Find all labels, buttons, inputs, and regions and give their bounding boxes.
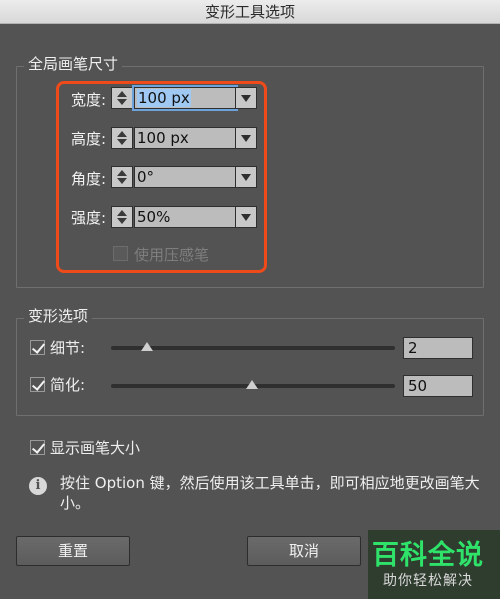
- simplify-label: 简化:: [50, 376, 86, 394]
- info-text: 按住 Option 键，然后使用该工具单击，即可相应地更改画笔大小。: [60, 474, 480, 512]
- show-brush-size-checkbox[interactable]: [30, 440, 45, 455]
- detail-label: 细节:: [50, 339, 86, 357]
- cancel-button[interactable]: 取消: [247, 536, 361, 566]
- simplify-checkbox[interactable]: [30, 377, 45, 392]
- show-brush-size-label: 显示画笔大小: [50, 439, 141, 457]
- simplify-value-input[interactable]: 50: [403, 375, 473, 397]
- warp-options-group: [16, 318, 484, 416]
- detail-slider-track[interactable]: [111, 346, 395, 350]
- detail-value-input[interactable]: 2: [403, 337, 473, 359]
- brush-size-title: 全局画笔尺寸: [24, 53, 123, 74]
- reset-button[interactable]: 重置: [16, 536, 130, 566]
- simplify-slider-thumb[interactable]: [246, 380, 258, 389]
- detail-slider-thumb[interactable]: [141, 342, 153, 351]
- info-icon: i: [29, 477, 47, 495]
- window-title: 变形工具选项: [0, 0, 500, 24]
- watermark-title: 百科全说: [372, 540, 484, 571]
- detail-checkbox[interactable]: [30, 340, 45, 355]
- annotation-highlight-box: [56, 81, 267, 273]
- watermark-subtitle: 助你轻松解决: [383, 573, 473, 589]
- warp-options-title: 变形选项: [24, 305, 93, 326]
